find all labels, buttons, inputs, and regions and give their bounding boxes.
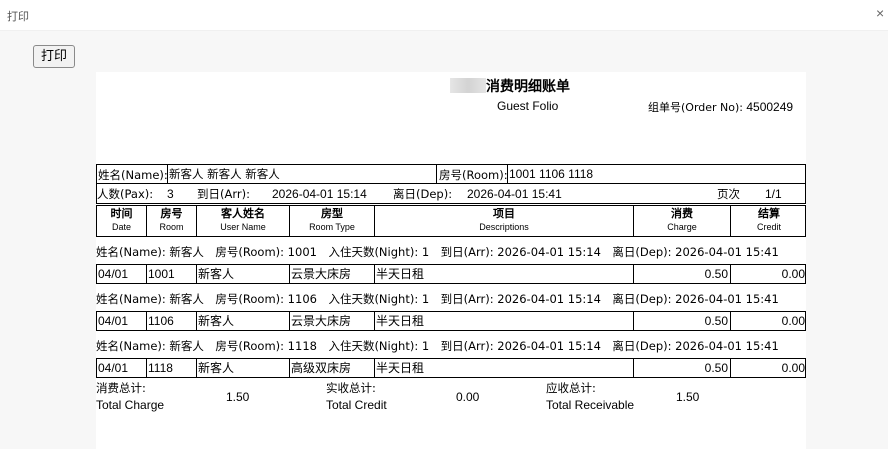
room-value: 1001 1106 1118 — [507, 165, 593, 183]
pax-value: 3 — [167, 187, 174, 201]
table-row: 04/01 1106 新客人 云景大床房 半天日租 0.50 0.00 — [96, 311, 806, 331]
total-credit-cn: 实收总计: — [326, 381, 376, 395]
order-no-value: 4500249 — [746, 100, 794, 114]
guest-group-header: 姓名(Name): 新客人 房号(Room): 1001 入住天数(Night)… — [96, 245, 779, 259]
arr-label: 到日(Arr): — [197, 187, 250, 201]
page-label: 页次 — [717, 187, 740, 201]
guest-group-header: 姓名(Name): 新客人 房号(Room): 1106 入住天数(Night)… — [96, 292, 779, 306]
folio-title: 消费明细账单 — [486, 79, 570, 95]
total-charge-cn: 消费总计: — [96, 381, 146, 395]
room-label: 房号(Room): — [439, 168, 508, 182]
page-value: 1/1 — [765, 187, 782, 201]
total-receivable-value: 1.50 — [676, 390, 700, 404]
col-descriptions: 项目 Descriptions — [374, 206, 633, 236]
total-credit-value: 0.00 — [456, 390, 480, 404]
col-room-type: 房型 Room Type — [289, 206, 374, 236]
name-value: 新客人 新客人 新客人 — [167, 165, 280, 183]
total-receivable-en: Total Receivable — [546, 398, 635, 412]
dialog-titlebar: 打印 × — [0, 0, 888, 31]
col-charge: 消费 Charge — [633, 206, 730, 236]
table-row: 04/01 1001 新客人 云景大床房 半天日租 0.50 0.00 — [96, 264, 806, 284]
dep-value: 2026-04-01 15:41 — [467, 187, 562, 201]
hotel-logo-blurred — [450, 78, 486, 93]
stay-info-row: 人数(Pax): 3 到日(Arr): 2026-04-01 15:14 离日(… — [96, 183, 806, 204]
total-credit-en: Total Credit — [326, 398, 387, 412]
col-credit: 结算 Credit — [730, 206, 807, 236]
total-receivable-cn: 应收总计: — [546, 381, 596, 395]
print-button[interactable]: 打印 — [33, 45, 75, 68]
total-charge-value: 1.50 — [226, 390, 250, 404]
guest-group-header: 姓名(Name): 新客人 房号(Room): 1118 入住天数(Night)… — [96, 339, 779, 353]
order-number: 组单号(Order No): 4500249 — [648, 99, 793, 115]
pax-label: 人数(Pax): — [97, 187, 154, 201]
name-label: 姓名(Name): — [98, 168, 168, 182]
guest-name-room-row: 姓名(Name): 新客人 新客人 新客人 房号(Room): 1001 110… — [96, 164, 806, 184]
table-row: 04/01 1118 新客人 高级双床房 半天日租 0.50 0.00 — [96, 358, 806, 378]
arr-value: 2026-04-01 15:14 — [272, 187, 367, 201]
col-date: 时间 Date — [110, 207, 133, 232]
close-icon[interactable]: × — [876, 5, 884, 21]
col-user-name: 客人姓名 User Name — [196, 206, 289, 236]
dep-label: 离日(Dep): — [393, 187, 453, 201]
order-no-label: 组单号(Order No): — [648, 101, 744, 114]
col-room: 房号 Room — [146, 206, 196, 236]
folio-subtitle: Guest Folio — [497, 99, 559, 113]
column-header-row: 时间 Date 房号 Room 客人姓名 User Name 房型 Room Type … — [96, 205, 806, 237]
folio-paper: 消费明细账单 Guest Folio 组单号(Order No): 450024… — [96, 72, 806, 449]
total-charge-en: Total Charge — [96, 398, 165, 412]
dialog-title: 打印 — [7, 10, 29, 23]
